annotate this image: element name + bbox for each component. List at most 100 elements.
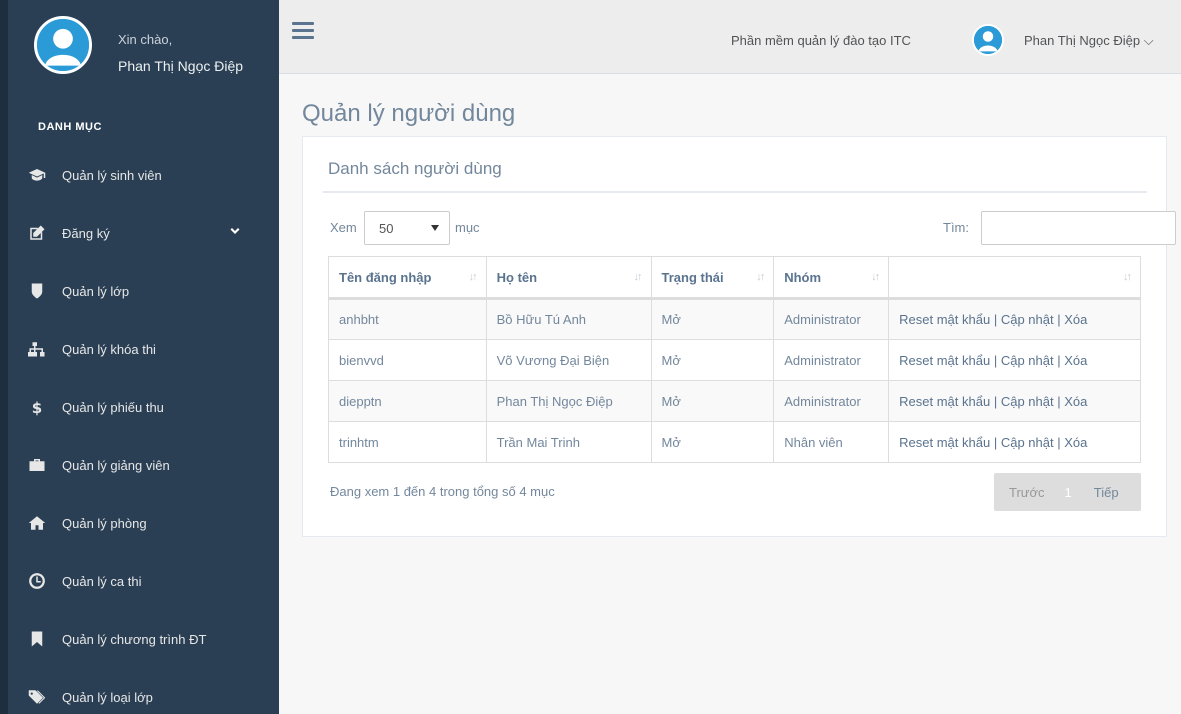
sort-icon: ↓↑ (633, 271, 643, 283)
cell-group: Nhân viên (773, 421, 890, 463)
sidebar-item-receipts[interactable]: $ Quản lý phiếu thu (8, 378, 279, 436)
update-link[interactable]: Cập nhật (1001, 312, 1054, 327)
column-header-fullname[interactable]: Họ tên ↓↑ (485, 256, 652, 300)
cell-group: Administrator (773, 380, 890, 422)
cell-status: Mở (650, 298, 775, 340)
sidebar-item-label: Quản lý giảng viên (62, 457, 170, 473)
sidebar-item-lecturers[interactable]: Quản lý giảng viên (8, 436, 279, 494)
cell-actions: Reset mật khẩu | Cập nhật | Xóa (888, 339, 1141, 381)
clock-icon (26, 570, 48, 592)
length-label: Xem (330, 220, 357, 235)
cell-actions: Reset mật khẩu | Cập nhật | Xóa (888, 380, 1141, 422)
pagination: Trước 1 Tiếp (994, 473, 1141, 511)
column-header-group[interactable]: Nhóm ↓↑ (773, 256, 890, 300)
sitemap-icon (26, 338, 48, 360)
column-header-actions[interactable]: ↓↑ (888, 256, 1141, 300)
length-suffix: mục (455, 220, 480, 235)
menu-toggle-icon[interactable] (292, 22, 314, 42)
sidebar-user-name: Phan Thị Ngọc Điệp (118, 58, 244, 74)
sidebar-profile: Xin chào, Phan Thị Ngọc Điệp (30, 12, 280, 102)
cell-status: Mở (650, 421, 775, 463)
home-icon (26, 512, 48, 534)
reset-password-link[interactable]: Reset mật khẩu (899, 312, 990, 327)
cell-username: bienvvd (328, 339, 487, 381)
avatar (34, 16, 92, 74)
cell-actions: Reset mật khẩu | Cập nhật | Xóa (888, 421, 1141, 463)
prev-page-button[interactable]: Trước (1009, 485, 1045, 500)
reset-password-link[interactable]: Reset mật khẩu (899, 353, 990, 368)
menu-section-title: DANH MỤC (38, 121, 102, 133)
reset-password-link[interactable]: Reset mật khẩu (899, 435, 990, 450)
panel-divider (323, 191, 1147, 193)
delete-link[interactable]: Xóa (1064, 353, 1087, 368)
cell-status: Mở (650, 380, 775, 422)
action-separator: | (1057, 312, 1061, 327)
action-separator: | (1057, 352, 1061, 368)
sidebar-item-label: Quản lý loại lớp (62, 689, 153, 705)
search-label: Tìm: (943, 220, 969, 235)
tags-icon (26, 686, 48, 708)
cell-username: anhbht (328, 298, 487, 340)
sidebar-item-label: Quản lý chương trình ĐT (62, 631, 207, 647)
action-separator: | (1057, 393, 1061, 409)
cell-fullname: Võ Vương Đại Biện (485, 339, 652, 381)
sidebar-item-students[interactable]: Quản lý sinh viên (8, 146, 279, 204)
user-avatar-icon (37, 19, 89, 71)
edit-icon (26, 222, 48, 244)
sidebar-item-programs[interactable]: Quản lý chương trình ĐT (8, 610, 279, 668)
reset-password-link[interactable]: Reset mật khẩu (899, 394, 990, 409)
sidebar-item-rooms[interactable]: Quản lý phòng (8, 494, 279, 552)
graduation-cap-icon (26, 164, 48, 186)
update-link[interactable]: Cập nhật (1001, 435, 1054, 450)
update-link[interactable]: Cập nhật (1001, 353, 1054, 368)
action-separator: | (993, 434, 998, 450)
sidebar-item-label: Quản lý khóa thi (62, 341, 156, 357)
search-input[interactable] (981, 211, 1176, 245)
column-header-username[interactable]: Tên đăng nhập ↓↑ (328, 256, 487, 300)
caret-down-icon (431, 225, 439, 231)
cell-fullname: Bồ Hữu Tú Anh (485, 298, 652, 340)
sidebar-item-label: Quản lý lớp (62, 283, 130, 299)
cell-status: Mở (650, 339, 775, 381)
current-page-button[interactable]: 1 (1065, 485, 1072, 500)
cell-username: diepptn (328, 380, 487, 422)
chevron-down-icon (229, 226, 241, 241)
sidebar-item-exam-shifts[interactable]: Quản lý ca thi (8, 552, 279, 610)
sidebar-item-classes[interactable]: Quản lý lớp (8, 262, 279, 320)
sort-icon: ↓↑ (468, 271, 478, 283)
table-row: bienvvd Võ Vương Đại Biện Mở Administrat… (328, 339, 1141, 381)
sidebar-item-label: Quản lý phòng (62, 515, 147, 531)
sidebar-item-class-types[interactable]: Quản lý loại lớp (8, 668, 279, 714)
page-length-select[interactable]: 50 (364, 211, 450, 245)
sort-icon: ↓↑ (756, 271, 765, 283)
user-avatar-icon[interactable] (972, 24, 1004, 56)
briefcase-icon (26, 454, 48, 476)
svg-text:$: $ (32, 399, 42, 416)
top-navbar: Phần mềm quản lý đào tạo ITC Phan Thị Ng… (279, 0, 1181, 74)
users-table: Tên đăng nhập ↓↑ Họ tên ↓↑ Trạng thái ↓↑ Nh… (328, 256, 1141, 463)
page-length-value: 50 (379, 220, 394, 236)
cell-actions: Reset mật khẩu | Cập nhật | Xóa (888, 298, 1141, 340)
action-separator: | (993, 312, 998, 327)
sort-icon: ↓↑ (871, 271, 880, 283)
sidebar-item-label: Quản lý ca thi (62, 573, 142, 589)
column-header-status[interactable]: Trạng thái ↓↑ (650, 256, 775, 300)
delete-link[interactable]: Xóa (1064, 435, 1087, 450)
user-menu-dropdown[interactable]: Phan Thị Ngọc Điệp ⌵ (1024, 33, 1154, 49)
delete-link[interactable]: Xóa (1064, 394, 1087, 409)
sidebar-item-registration[interactable]: Đăng ký (8, 204, 279, 262)
action-separator: | (993, 393, 998, 409)
cell-fullname: Phan Thị Ngọc Điệp (485, 380, 652, 422)
cell-group: Administrator (773, 339, 890, 381)
update-link[interactable]: Cập nhật (1001, 394, 1054, 409)
delete-link[interactable]: Xóa (1064, 312, 1087, 327)
sidebar-item-exam-courses[interactable]: Quản lý khóa thi (8, 320, 279, 378)
user-list-panel: Danh sách người dùng Xem 50 mục Tìm: Tên… (302, 136, 1176, 537)
greeting-text: Xin chào, (118, 32, 173, 47)
dollar-icon: $ (26, 396, 48, 418)
shield-icon (26, 280, 48, 302)
sort-icon: ↓↑ (1123, 271, 1132, 283)
action-separator: | (993, 352, 998, 368)
sidebar: Xin chào, Phan Thị Ngọc Điệp DANH MỤC Qu… (0, 0, 279, 714)
next-page-button[interactable]: Tiếp (1094, 485, 1119, 500)
